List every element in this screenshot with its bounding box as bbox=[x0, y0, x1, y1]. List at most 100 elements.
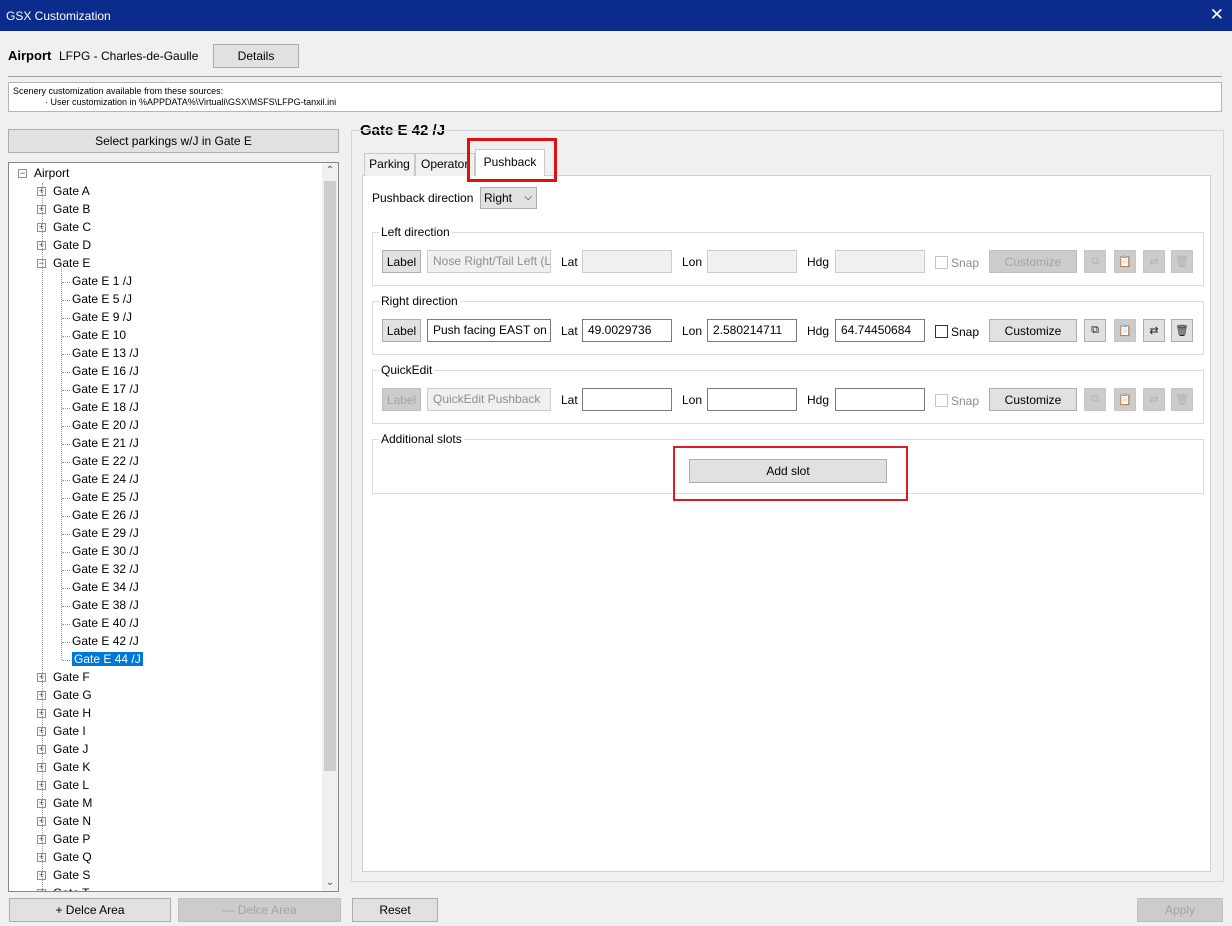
tree-item-gate[interactable]: Gate M bbox=[53, 795, 92, 811]
tree-item-gate[interactable]: Gate S bbox=[53, 867, 90, 883]
right-lon-field[interactable]: 2.580214711 bbox=[707, 319, 797, 342]
clipboard-icon: 📋 bbox=[1114, 319, 1136, 342]
trash-icon[interactable]: 🗑 bbox=[1171, 319, 1193, 342]
tab-operator[interactable]: Operator bbox=[415, 153, 475, 176]
tree-connector bbox=[62, 282, 70, 283]
right-lat-field[interactable]: 49.0029736 bbox=[582, 319, 672, 342]
chevron-down-icon: ⌵ bbox=[524, 192, 532, 203]
tree-item-parking[interactable]: Gate E 17 /J bbox=[72, 381, 139, 397]
right-label-button[interactable]: Label bbox=[382, 319, 421, 342]
tree-item-parking[interactable]: Gate E 34 /J bbox=[72, 579, 139, 595]
tree-item-gate[interactable]: Gate N bbox=[53, 813, 91, 829]
tree-item-parking[interactable]: Gate E 9 /J bbox=[72, 309, 132, 325]
tree-connector bbox=[62, 624, 70, 625]
tree-item-parking[interactable]: Gate E 24 /J bbox=[72, 471, 139, 487]
tree-item-gate[interactable]: Gate L bbox=[53, 777, 89, 793]
quick-snap-checkbox bbox=[935, 394, 948, 407]
swap-icon: ⇄ bbox=[1143, 250, 1165, 273]
right-hdg-field[interactable]: 64.74450684 bbox=[835, 319, 925, 342]
close-icon[interactable]: ✕ bbox=[1210, 5, 1224, 25]
scrollbar-thumb[interactable] bbox=[324, 181, 336, 771]
left-lat-field bbox=[582, 250, 672, 273]
swap-icon[interactable]: ⇄ bbox=[1143, 319, 1165, 342]
tree-item-parking[interactable]: Gate E 5 /J bbox=[72, 291, 132, 307]
tree-connector bbox=[62, 642, 70, 643]
quick-label-button: Label bbox=[382, 388, 421, 411]
tree-connector bbox=[62, 660, 70, 661]
tree-item-parking[interactable]: Gate E 32 /J bbox=[72, 561, 139, 577]
snap-label: Snap bbox=[951, 256, 980, 270]
tree-scrollbar[interactable]: ⌃ ⌄ bbox=[322, 163, 338, 891]
swap-icon: ⇄ bbox=[1143, 388, 1165, 411]
quick-lon-field[interactable] bbox=[707, 388, 797, 411]
pushback-direction-label: Pushback direction bbox=[372, 191, 474, 205]
tree-item-parking[interactable]: Gate E 18 /J bbox=[72, 399, 139, 415]
tree-item-parking[interactable]: Gate E 13 /J bbox=[72, 345, 139, 361]
quick-hdg-field[interactable] bbox=[835, 388, 925, 411]
tree-item-parking[interactable]: Gate E 30 /J bbox=[72, 543, 139, 559]
group-title: QuickEdit bbox=[379, 363, 435, 377]
tree-item-root[interactable]: Airport bbox=[34, 165, 69, 181]
tree-connector bbox=[62, 318, 70, 319]
tree-item-parking[interactable]: Gate E 40 /J bbox=[72, 615, 139, 631]
lat-label: Lat bbox=[561, 255, 578, 269]
tree-item-gate[interactable]: Gate H bbox=[53, 705, 91, 721]
tree-item-gate[interactable]: Gate G bbox=[53, 687, 92, 703]
lat-label: Lat bbox=[561, 324, 578, 338]
right-label-field[interactable]: Push facing EAST on F bbox=[427, 319, 551, 342]
tab-parking[interactable]: Parking bbox=[364, 153, 415, 176]
collapse-icon[interactable]: − bbox=[18, 169, 27, 178]
parking-tree[interactable]: − Airport + Gate A + Gate B + Gate C + Gate D − Gat… bbox=[8, 162, 339, 892]
chevron-down-icon[interactable]: ⌄ bbox=[322, 875, 338, 891]
quick-label-field: QuickEdit Pushback bbox=[427, 388, 551, 411]
tree-connector bbox=[62, 336, 70, 337]
select-parkings-button[interactable]: Select parkings w/J in Gate E bbox=[8, 129, 339, 153]
tree-item-gate-expanded[interactable]: Gate E bbox=[53, 255, 90, 271]
tree-item-gate[interactable]: Gate K bbox=[53, 759, 90, 775]
tree-item-parking[interactable]: Gate E 1 /J bbox=[72, 273, 132, 289]
tree-item-parking[interactable]: Gate E 10 bbox=[72, 327, 126, 343]
tree-connector bbox=[62, 480, 70, 481]
lon-label: Lon bbox=[682, 324, 703, 338]
quick-customize-button[interactable]: Customize bbox=[989, 388, 1077, 411]
tree-item-parking[interactable]: Gate E 25 /J bbox=[72, 489, 139, 505]
tree-item-parking[interactable]: Gate E 42 /J bbox=[72, 633, 139, 649]
tree-connector bbox=[61, 267, 62, 660]
tree-item-parking[interactable]: Gate E 26 /J bbox=[72, 507, 139, 523]
tree-item-gate[interactable]: Gate I bbox=[53, 723, 86, 739]
tree-item-gate[interactable]: Gate C bbox=[53, 219, 91, 235]
tree-item-gate[interactable]: Gate J bbox=[53, 741, 88, 757]
tree-item-parking[interactable]: Gate E 16 /J bbox=[72, 363, 139, 379]
right-snap-checkbox[interactable] bbox=[935, 325, 948, 338]
quick-lat-field[interactable] bbox=[582, 388, 672, 411]
details-button[interactable]: Details bbox=[213, 44, 299, 68]
tree-item-gate[interactable]: Gate F bbox=[53, 669, 90, 685]
left-lon-field bbox=[707, 250, 797, 273]
tree-connector bbox=[62, 390, 70, 391]
tree-item-gate[interactable]: Gate P bbox=[53, 831, 90, 847]
copy-icon[interactable]: ⧉ bbox=[1084, 319, 1106, 342]
tree-item-parking[interactable]: Gate E 29 /J bbox=[72, 525, 139, 541]
tree-item-selected[interactable]: Gate E 44 /J bbox=[72, 651, 143, 667]
pushback-direction-select[interactable]: Right ⌵ bbox=[480, 187, 537, 209]
tree-item-gate[interactable]: Gate T bbox=[53, 885, 89, 891]
tree-connector bbox=[62, 588, 70, 589]
remove-area-button: — Delce Area bbox=[178, 898, 341, 922]
right-customize-button[interactable]: Customize bbox=[989, 319, 1077, 342]
tree-connector bbox=[62, 570, 70, 571]
tree-item-parking[interactable]: Gate E 38 /J bbox=[72, 597, 139, 613]
tree-connector bbox=[62, 534, 70, 535]
add-area-button[interactable]: + Delce Area bbox=[9, 898, 171, 922]
trash-icon: 🗑 bbox=[1171, 388, 1193, 411]
tree-item-parking[interactable]: Gate E 22 /J bbox=[72, 453, 139, 469]
tree-item-parking[interactable]: Gate E 20 /J bbox=[72, 417, 139, 433]
tree-item-gate[interactable]: Gate D bbox=[53, 237, 91, 253]
reset-button[interactable]: Reset bbox=[352, 898, 438, 922]
chevron-up-icon[interactable]: ⌃ bbox=[322, 163, 338, 179]
tree-item-gate[interactable]: Gate Q bbox=[53, 849, 92, 865]
tree-item-gate[interactable]: Gate A bbox=[53, 183, 90, 199]
tree-item-gate[interactable]: Gate B bbox=[53, 201, 90, 217]
left-label-button[interactable]: Label bbox=[382, 250, 421, 273]
copy-icon: ⧉ bbox=[1084, 388, 1106, 411]
tree-item-parking[interactable]: Gate E 21 /J bbox=[72, 435, 139, 451]
